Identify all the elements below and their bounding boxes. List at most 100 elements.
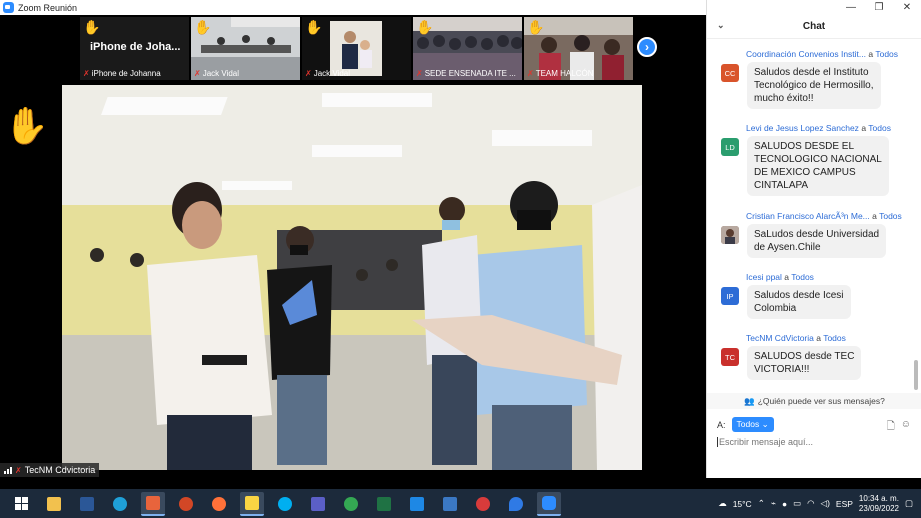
chat-tools: 🗋 ☺ (887, 419, 911, 436)
avatar: LD (721, 138, 739, 156)
window-titlebar: Zoom Reunión (0, 0, 706, 15)
emoji-icon[interactable]: ☺ (901, 419, 911, 436)
weather-icon[interactable]: ☁ (718, 498, 727, 509)
windows-start-icon[interactable] (9, 492, 33, 516)
photos-icon[interactable] (438, 492, 462, 516)
zoom-icon[interactable] (537, 491, 561, 516)
message-line: mucho éxito!! (754, 93, 814, 104)
participant-thumb[interactable]: ✋ ✗ TEAM HALCÓN (524, 17, 633, 80)
weather-temperature: 15°C (732, 498, 752, 509)
restore-icon[interactable]: ❐ (865, 2, 893, 13)
clock-time: 10:34 a. m. (858, 493, 899, 503)
participant-name: iPhone de Johanna (91, 69, 161, 78)
participant-name: Jack Vidal (313, 69, 351, 78)
message-sender: Icesi ppal (746, 272, 782, 282)
chevron-up-icon[interactable]: ⌃ (758, 498, 765, 509)
wifi-icon[interactable]: ◠ (807, 498, 814, 509)
chat-message-input[interactable] (717, 437, 907, 447)
signal-strength-icon (4, 466, 12, 474)
sticky-notes-icon[interactable] (240, 491, 264, 516)
raised-hand-icon: ✋ (4, 105, 49, 146)
message-line: de Aysen.Chile (754, 242, 821, 253)
language-indicator[interactable]: ESP (836, 499, 853, 509)
file-explorer-icon[interactable] (42, 492, 66, 516)
next-page-button[interactable]: › (637, 37, 657, 57)
message-to-word: a (861, 123, 867, 133)
participant-big-name: iPhone de Joha... (90, 41, 181, 53)
mic-off-icon: ✗ (83, 69, 90, 78)
teams-icon[interactable] (306, 492, 330, 516)
message-sender: Levi de Jesus Lopez Sanchez (746, 123, 859, 133)
message-line: SaLudos desde Universidad (754, 229, 880, 240)
main-video-scene (62, 85, 642, 470)
mic-off-icon: ✗ (15, 465, 22, 475)
main-video (62, 85, 642, 470)
file-icon[interactable]: 🗋 (887, 419, 895, 436)
firefox-icon[interactable] (207, 492, 231, 516)
message-visibility-link[interactable]: 👥 ¿Quién puede ver sus mensajes? (707, 393, 921, 409)
word-icon[interactable] (75, 492, 99, 516)
participant-thumb[interactable]: ✋ iPhone de Joha... ✗ iPhone de Johanna (80, 17, 189, 80)
message-line: Saludos desde Icesi (754, 290, 844, 301)
message-bubble: Saludos desde el Instituto Tecnológico d… (747, 62, 881, 109)
raised-hand-icon: ✋ (527, 19, 545, 35)
recipient-value: Todos (736, 419, 760, 429)
microphone-icon[interactable]: ● (782, 499, 787, 509)
chevron-down-icon[interactable]: ⌄ (717, 20, 725, 31)
droplet-app-icon[interactable] (504, 492, 528, 516)
close-icon[interactable]: ✕ (893, 2, 921, 13)
message-to-word: a (868, 49, 874, 59)
raised-hand-icon: ✋ (416, 19, 434, 35)
message-sender: TecNM CdVictoria (746, 333, 814, 343)
chat-header: ⌄ Chat (707, 15, 921, 39)
mic-off-icon: ✗ (194, 69, 201, 78)
chat-window-controls: — ❐ ✕ (707, 0, 921, 15)
chrome-icon[interactable] (339, 492, 363, 516)
participant-name: Jack Vidal (202, 69, 240, 78)
message-recipient: Todos (868, 123, 891, 133)
skype-badge-icon[interactable] (141, 491, 165, 516)
network-icon[interactable]: ⌁ (771, 498, 776, 509)
participant-thumb[interactable]: ✋ ✗ Jack Vidal (191, 17, 300, 80)
raised-hand-icon: ✋ (305, 19, 323, 35)
active-speaker-label: ✗ TecNM Cdvictoria (0, 463, 100, 477)
participant-name: SEDE ENSENADA ITE ... (424, 69, 516, 78)
message-recipient: Todos (791, 272, 814, 282)
recipient-select[interactable]: Todos ⌄ (731, 417, 774, 432)
message-line: CINTALAPA (754, 180, 809, 191)
edge-icon[interactable] (108, 492, 132, 516)
windows-taskbar: ☁ 15°C ⌃ ⌁ ● ▭ ◠ ◁) ESP 10:34 a. m. 23/0… (0, 489, 921, 518)
chat-scrollbar[interactable] (914, 360, 918, 390)
message-sender: Cristian Francisco AlarcÃ³n Me... (746, 211, 870, 221)
message-line: Colombia (754, 303, 797, 314)
message-line: Tecnológico de Hermosillo, (754, 80, 874, 91)
message-line: TECNOLOGICO NACIONAL (754, 154, 882, 165)
excel-icon[interactable] (372, 492, 396, 516)
notification-icon[interactable]: ▢ (905, 498, 913, 509)
recipient-label: A: (717, 419, 726, 430)
volume-icon[interactable]: ◁) (821, 498, 830, 509)
system-tray: ☁ 15°C ⌃ ⌁ ● ▭ ◠ ◁) ESP 10:34 a. m. 23/0… (718, 489, 921, 518)
mic-off-icon: ✗ (416, 69, 423, 78)
visibility-text: ¿Quién puede ver sus mensajes? (757, 396, 885, 406)
participant-thumb[interactable]: ✋ ✗ SEDE ENSENADA ITE ... (413, 17, 522, 80)
message-line: Saludos desde el Instituto (754, 67, 869, 78)
paint-icon[interactable] (471, 492, 495, 516)
message-recipient: Todos (879, 211, 902, 221)
avatar-photo-icon (721, 226, 739, 244)
message-sender: Coordinación Convenios Instit... (746, 49, 867, 59)
people-icon: 👥 (744, 395, 755, 406)
clock[interactable]: 10:34 a. m. 23/09/2022 (859, 494, 899, 514)
skype-icon[interactable] (273, 492, 297, 516)
message-line: SALUDOS DESDE EL (754, 141, 855, 152)
participant-thumb[interactable]: ✋ ✗ Jack Vidal (302, 17, 411, 80)
powerpoint-icon[interactable] (174, 492, 198, 516)
avatar: TC (721, 348, 739, 366)
media-player-icon[interactable] (405, 492, 429, 516)
message-bubble: SALUDOS desde TEC VICTORIA!!! (747, 346, 862, 380)
minimize-icon[interactable]: — (837, 2, 865, 13)
recipient-row: A: Todos ⌄ (717, 417, 774, 432)
battery-icon[interactable]: ▭ (793, 498, 801, 509)
message-bubble: SALUDOS DESDE EL TECNOLOGICO NACIONAL DE… (747, 136, 889, 196)
raised-hand-icon: ✋ (194, 19, 212, 35)
